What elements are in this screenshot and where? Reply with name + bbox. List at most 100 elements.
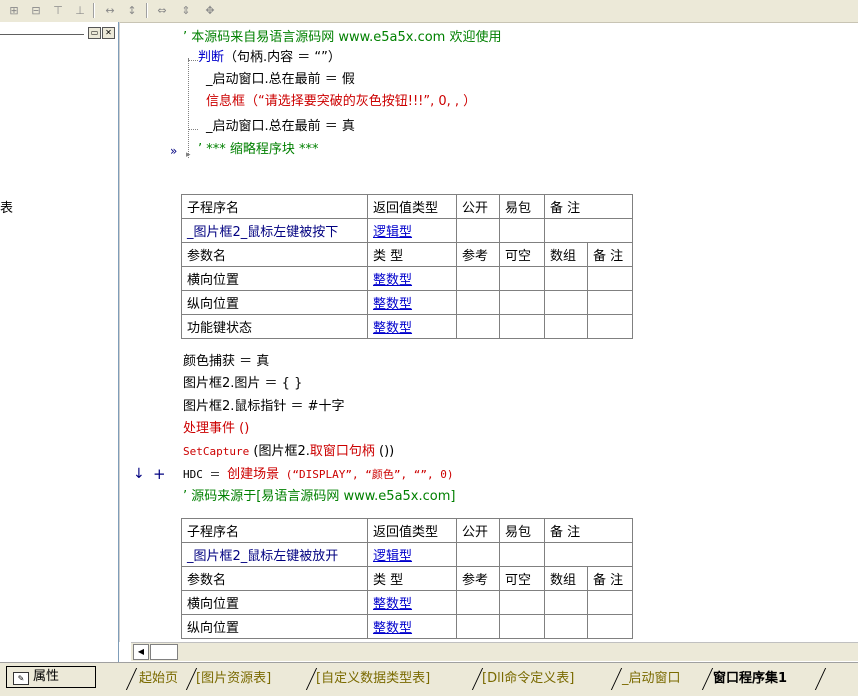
table-cell[interactable] [456,266,500,291]
properties-button[interactable]: ✎ 属性 [6,666,96,688]
tab-startup-window[interactable]: _启动窗口 [622,668,681,690]
table-header: 参考 [456,242,500,267]
current-line-arrow-icon[interactable]: ↓ [133,466,145,482]
toolbar-divider [93,3,95,18]
code-line-doevents[interactable]: 处理事件 () [183,419,249,439]
scroll-left-icon[interactable]: ◀ [133,644,149,660]
param-name[interactable]: 横向位置 [181,590,368,615]
table-cell[interactable] [544,266,588,291]
same-height-icon[interactable]: ↕ [122,2,142,20]
table-cell[interactable] [544,542,633,567]
same-width-icon[interactable]: ↔ [100,2,120,20]
tab-window-program-set[interactable]: 窗口程序集1 [713,668,787,690]
panel-divider [119,22,120,642]
align-top-icon[interactable]: ⊤ [48,2,68,20]
table-header: 类 型 [367,566,457,591]
table-header: 返回值类型 [367,518,457,543]
restore-icon[interactable]: ▭ [88,27,101,39]
center-both-icon[interactable]: ✥ [200,2,220,20]
table-header: 易包 [499,518,545,543]
table-cell[interactable] [587,590,633,615]
table-cell[interactable] [456,614,500,639]
collapse-arrow-icon[interactable]: ▸ [186,150,191,160]
table-cell[interactable] [456,314,500,339]
align-toolbar: ⊞ ⊟ ⊤ ⊥ ↔ ↕ ⇔ ⇕ ✥ [0,0,858,23]
table-cell[interactable] [499,290,545,315]
properties-icon: ✎ [13,672,29,685]
table-cell[interactable] [499,218,545,243]
code-comment-line[interactable]: ’ 本源码来自易语言源码网 www.e5a5x.com 欢迎使用 [183,28,501,48]
table-cell[interactable] [456,218,500,243]
table-cell[interactable] [544,218,633,243]
table-cell[interactable] [499,314,545,339]
table-header: 返回值类型 [367,194,457,219]
param-type[interactable]: 整数型 [367,614,457,639]
code-line[interactable]: 图片框2.鼠标指针 ＝ #十字 [183,397,345,417]
method-call: 取窗口句柄 [309,444,375,459]
subroutine-name[interactable]: _图片框2_鼠标左键被按下 [181,218,368,243]
left-panel [0,22,119,662]
code-line[interactable]: 颜色捕获 ＝ 真 [183,352,269,372]
return-type[interactable]: 逻辑型 [367,218,457,243]
expand-plus-icon[interactable]: + [153,465,166,483]
code-comment-line[interactable]: ’ 源码来源于[易语言源码网 www.e5a5x.com] [183,487,455,507]
param-type[interactable]: 整数型 [367,290,457,315]
tab-image-resources[interactable]: [图片资源表] [196,668,271,690]
code-args: （“请选择要突破的灰色按钮!!!”, 0, , ） [245,94,477,109]
code-collapsed-block[interactable]: ’ *** 缩略程序块 *** [198,140,319,160]
table-cell[interactable] [587,290,633,315]
code-line-setcapture[interactable]: SetCapture (图片框2.取窗口句柄 ()) [183,442,394,462]
code-line-msgbox[interactable]: 信息框（“请选择要突破的灰色按钮!!!”, 0, , ） [206,92,476,112]
center-h-icon[interactable]: ⇔ [152,2,172,20]
table-cell[interactable] [587,314,633,339]
table-header: 可空 [499,242,545,267]
tab-start-page[interactable]: 起始页 [139,668,178,690]
code-line-if[interactable]: 判断（句柄.内容 ＝ “”） [198,48,341,68]
param-type[interactable]: 整数型 [367,590,457,615]
table-cell[interactable] [587,614,633,639]
param-name[interactable]: 纵向位置 [181,614,368,639]
table-cell[interactable] [499,590,545,615]
param-type[interactable]: 整数型 [367,266,457,291]
table-cell[interactable] [587,266,633,291]
code-line[interactable]: _启动窗口.总在最前 ＝ 假 [206,70,355,90]
table-cell[interactable] [544,314,588,339]
param-name[interactable]: 横向位置 [181,266,368,291]
align-left-icon[interactable]: ⊞ [4,2,24,20]
table-header: 子程序名 [181,518,368,543]
table-cell[interactable] [544,614,588,639]
table-cell[interactable] [456,290,500,315]
table-cell[interactable] [499,542,545,567]
block-arrow-icon[interactable]: » [170,144,177,158]
code-line[interactable]: _启动窗口.总在最前 ＝ 真 [206,117,355,137]
scroll-thumb[interactable] [150,644,178,660]
horizontal-scrollbar[interactable] [131,642,858,661]
code-line-hdc[interactable]: HDC ＝ 创建场景 (“DISPLAY”, “颜色”, “”, 0) [183,465,453,485]
table-header: 备 注 [587,566,633,591]
table-cell[interactable] [499,266,545,291]
table-cell[interactable] [544,590,588,615]
param-type[interactable]: 整数型 [367,314,457,339]
align-bottom-icon[interactable]: ⊥ [70,2,90,20]
table-cell[interactable] [456,542,500,567]
table-header: 公开 [456,194,500,219]
table-header: 公开 [456,518,500,543]
tab-dll-commands[interactable]: [Dll命令定义表] [482,668,574,690]
align-center-icon[interactable]: ⊟ [26,2,46,20]
code-line[interactable]: 图片框2.图片 ＝ { } [183,374,302,394]
param-name[interactable]: 纵向位置 [181,290,368,315]
table-header: 数组 [544,566,588,591]
close-icon[interactable]: ✕ [102,27,115,39]
subroutine-name[interactable]: _图片框2_鼠标左键被放开 [181,542,368,567]
tree-line [188,58,190,158]
table-cell[interactable] [499,614,545,639]
table-cell[interactable] [456,590,500,615]
table-header: 可空 [499,566,545,591]
tab-custom-types[interactable]: [自定义数据类型表] [316,668,430,690]
param-name[interactable]: 功能键状态 [181,314,368,339]
left-panel-title-line [0,34,84,35]
table-cell[interactable] [544,290,588,315]
return-type[interactable]: 逻辑型 [367,542,457,567]
center-v-icon[interactable]: ⇕ [176,2,196,20]
tree-line [188,60,198,62]
